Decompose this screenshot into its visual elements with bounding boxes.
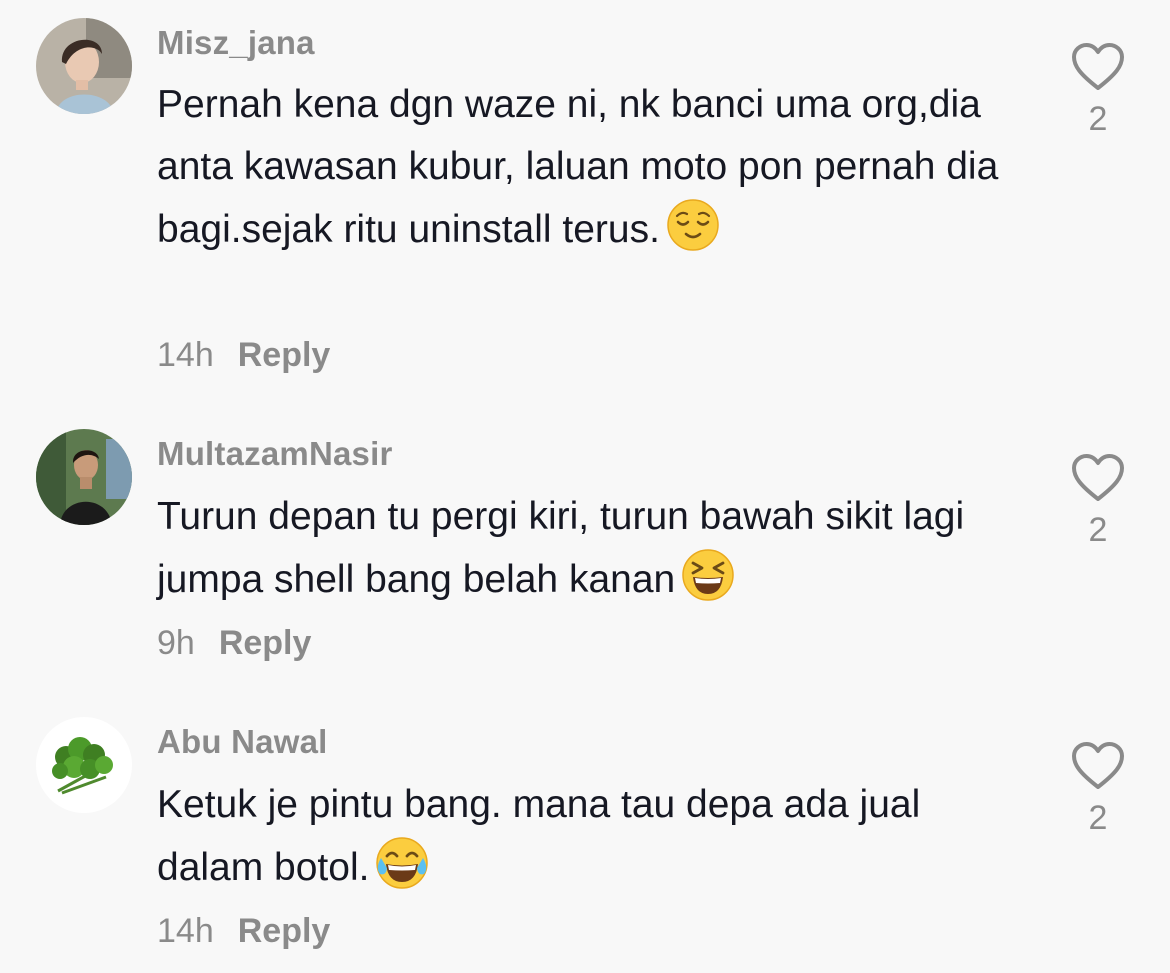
comment-meta: 14h Reply <box>157 912 330 951</box>
like-count: 2 <box>1088 511 1108 549</box>
like-count: 2 <box>1088 799 1108 837</box>
avatar[interactable] <box>36 18 132 114</box>
username[interactable]: Abu Nawal <box>157 723 328 761</box>
comment-text: Pernah kena dgn waze ni, nk banci uma or… <box>157 74 1017 261</box>
like-count: 2 <box>1088 100 1108 138</box>
username[interactable]: MultazamNasir <box>157 435 393 473</box>
reply-button[interactable]: Reply <box>238 912 331 951</box>
reply-button[interactable]: Reply <box>219 624 312 663</box>
reply-button[interactable]: Reply <box>238 336 331 375</box>
face-with-tears-of-joy-emoji-icon <box>375 836 429 890</box>
avatar[interactable] <box>36 717 132 813</box>
comment-text-content: Ketuk je pintu bang. mana tau depa ada j… <box>157 783 921 889</box>
like-button[interactable]: 2 <box>1068 741 1128 838</box>
heart-icon <box>1072 454 1124 501</box>
like-button[interactable]: 2 <box>1068 42 1128 139</box>
heart-icon <box>1072 43 1124 90</box>
comment-meta: 9h Reply <box>157 624 311 663</box>
heart-icon <box>1072 742 1124 789</box>
comment-meta: 14h Reply <box>157 336 330 375</box>
relieved-face-emoji-icon <box>666 198 720 252</box>
comment-text: Turun depan tu pergi kiri, turun bawah s… <box>157 486 1017 611</box>
like-button[interactable]: 2 <box>1068 453 1128 550</box>
grinning-squinting-face-emoji-icon <box>681 548 735 602</box>
timestamp: 14h <box>157 336 214 374</box>
comment-text-content: Pernah kena dgn waze ni, nk banci uma or… <box>157 83 999 251</box>
comment-text: Ketuk je pintu bang. mana tau depa ada j… <box>157 774 1017 899</box>
avatar[interactable] <box>36 429 132 525</box>
username[interactable]: Misz_jana <box>157 24 315 62</box>
timestamp: 9h <box>157 624 195 662</box>
timestamp: 14h <box>157 912 214 950</box>
comment-text-content: Turun depan tu pergi kiri, turun bawah s… <box>157 495 965 601</box>
